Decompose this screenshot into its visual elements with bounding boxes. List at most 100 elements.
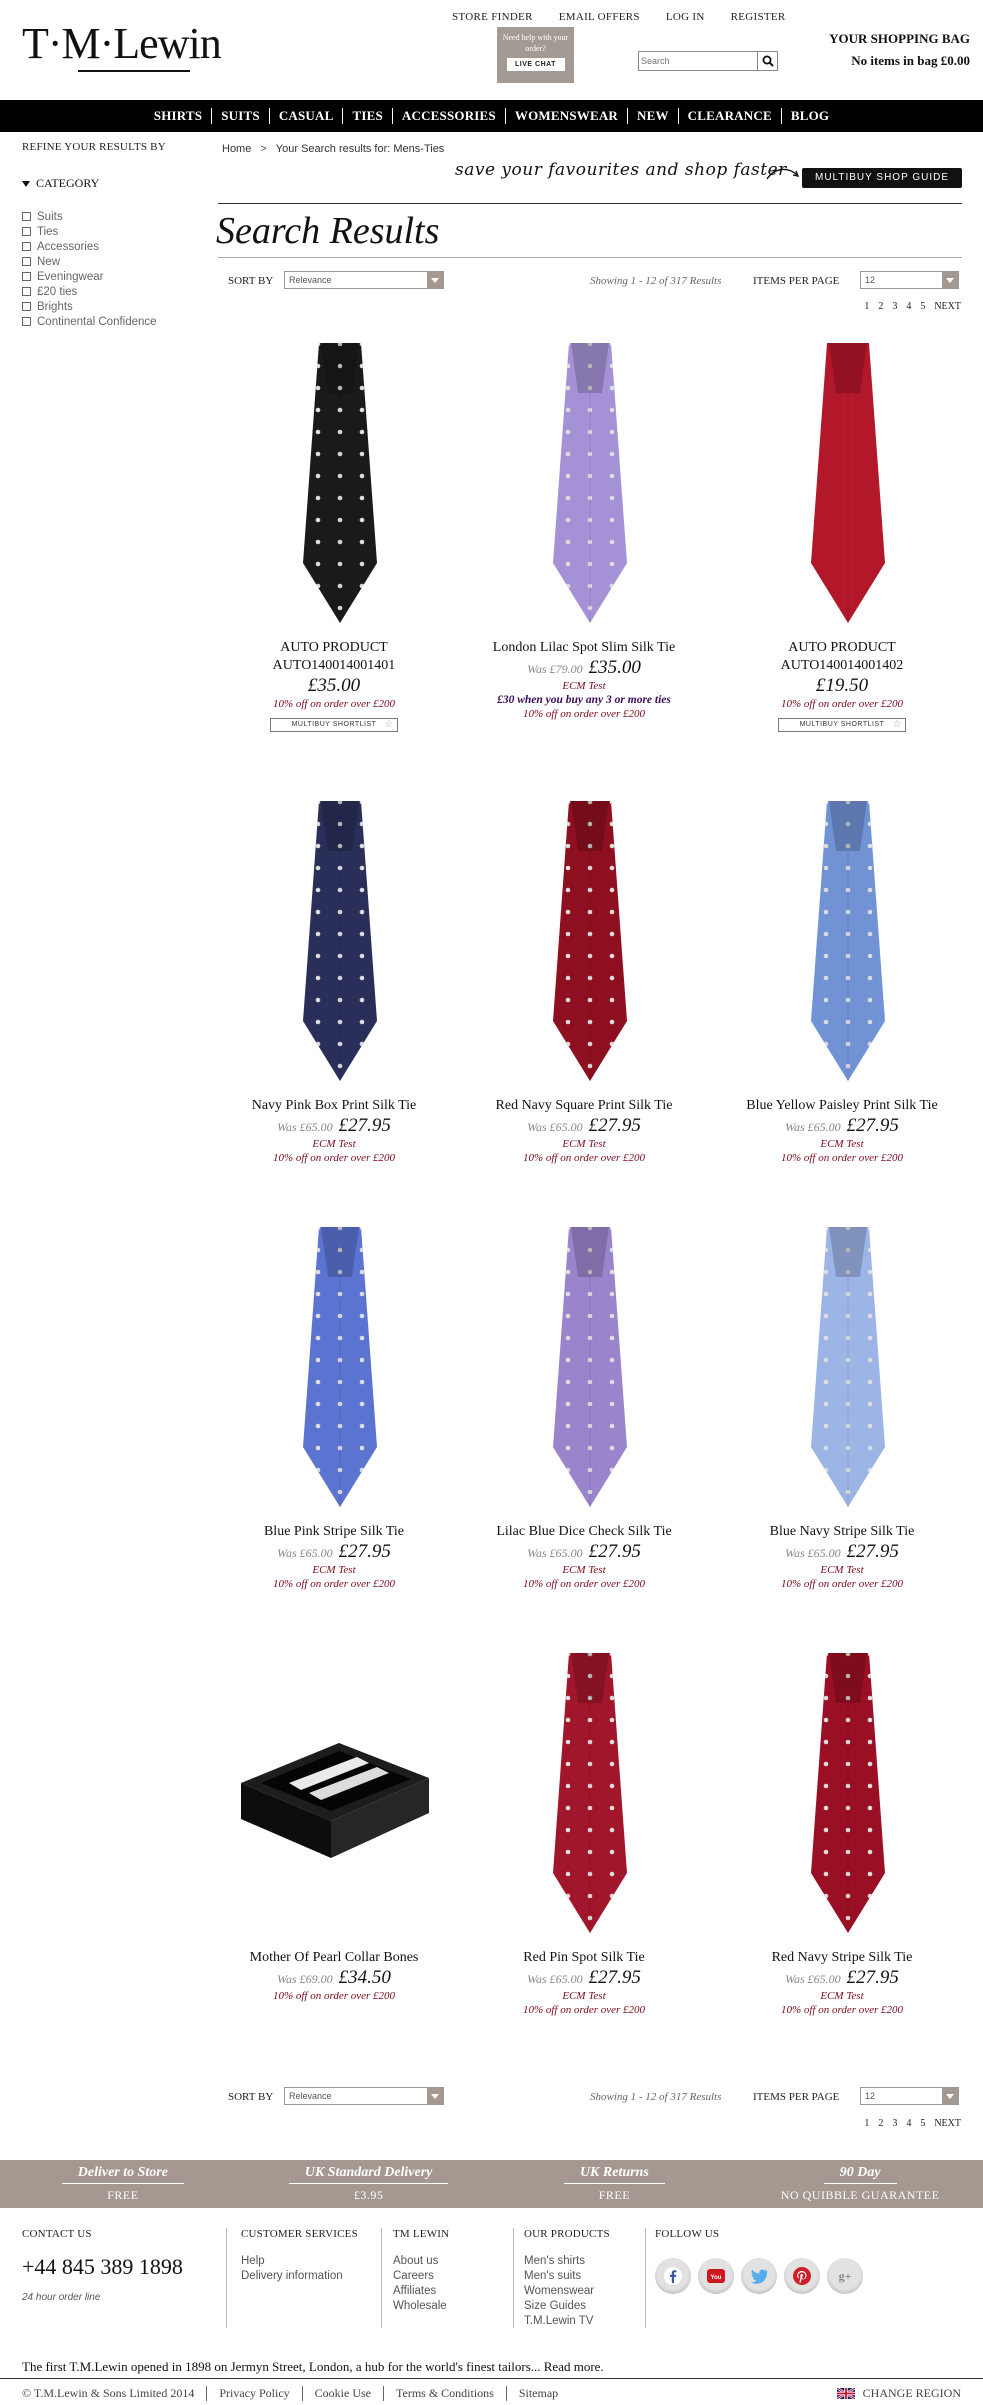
product-card[interactable]: Red Navy Stripe Silk Tie Was £65.00 £27.95…: [727, 1643, 957, 2063]
delivery-uk-returns[interactable]: UK Returns FREE: [492, 2160, 738, 2208]
live-chat-button[interactable]: LIVE CHAT: [506, 58, 565, 71]
twitter-icon[interactable]: [741, 2258, 777, 2294]
checkbox[interactable]: [22, 227, 31, 236]
product-image[interactable]: [219, 333, 449, 628]
mens-shirts-link[interactable]: Men's shirts: [524, 2254, 610, 2269]
store-finder-link[interactable]: STORE FINDER: [452, 11, 546, 23]
nav-new[interactable]: NEW: [627, 108, 678, 124]
sitemap-link[interactable]: Sitemap: [505, 2386, 570, 2401]
product-image[interactable]: [469, 333, 699, 628]
breadcrumb-home[interactable]: Home: [222, 143, 251, 155]
product-name[interactable]: AUTO PRODUCT AUTO140014001401: [259, 639, 409, 675]
product-image[interactable]: [727, 1217, 957, 1512]
size-guides-link[interactable]: Size Guides: [524, 2299, 610, 2314]
product-card[interactable]: London Lilac Spot Slim Silk Tie Was £79.0…: [469, 333, 699, 753]
product-card[interactable]: Red Pin Spot Silk Tie Was £65.00 £27.95 ECM…: [469, 1643, 699, 2063]
product-card[interactable]: Blue Pink Stripe Silk Tie Was £65.00 £27.9…: [219, 1217, 449, 1637]
mens-suits-link[interactable]: Men's suits: [524, 2269, 610, 2284]
product-card[interactable]: Mother Of Pearl Collar Bones Was £69.00 £3…: [219, 1643, 449, 2063]
history-blurb[interactable]: The first T.M.Lewin opened in 1898 on Je…: [22, 2359, 604, 2375]
shopping-bag[interactable]: YOUR SHOPPING BAG No items in bag £0.00: [810, 28, 970, 72]
product-image[interactable]: [727, 333, 957, 628]
category-suits[interactable]: Suits: [22, 209, 212, 224]
affiliates-link[interactable]: Affiliates: [393, 2284, 449, 2299]
items-per-page-select[interactable]: 12: [860, 271, 959, 289]
live-chat-box[interactable]: Need help with your order? LIVE CHAT: [497, 27, 574, 83]
delivery-information-link[interactable]: Delivery information: [241, 2269, 358, 2284]
search-button[interactable]: [757, 52, 777, 70]
checkbox[interactable]: [22, 317, 31, 326]
page-4[interactable]: 4: [906, 301, 911, 312]
youtube-icon[interactable]: You: [698, 2258, 734, 2294]
delivery-guarantee[interactable]: 90 Day NO QUIBBLE GUARANTEE: [737, 2160, 983, 2208]
nav-ties[interactable]: TIES: [342, 108, 391, 124]
product-name[interactable]: Blue Yellow Paisley Print Silk Tie: [727, 1097, 957, 1115]
about-us-link[interactable]: About us: [393, 2254, 449, 2269]
product-card[interactable]: Red Navy Square Print Silk Tie Was £65.00…: [469, 791, 699, 1211]
product-image[interactable]: [219, 1217, 449, 1512]
cookie-use-link[interactable]: Cookie Use: [301, 2386, 383, 2401]
privacy-policy-link[interactable]: Privacy Policy: [206, 2386, 301, 2401]
register-link[interactable]: REGISTER: [718, 11, 799, 23]
product-name[interactable]: Blue Navy Stripe Silk Tie: [727, 1523, 957, 1541]
checkbox[interactable]: [22, 242, 31, 251]
multibuy-shortlist-button[interactable]: MULTIBUY SHORTLIST ☆: [270, 718, 398, 732]
change-region-button[interactable]: CHANGE REGION: [836, 2386, 961, 2401]
delivery-uk-standard[interactable]: UK Standard Delivery £3.95: [246, 2160, 492, 2208]
product-card[interactable]: AUTO PRODUCT AUTO140014001401 £35.00 10% o…: [219, 333, 449, 753]
product-name[interactable]: Red Navy Square Print Silk Tie: [469, 1097, 699, 1115]
facebook-icon[interactable]: [655, 2258, 691, 2294]
category-continental-confidence[interactable]: Continental Confidence: [22, 314, 212, 329]
product-name[interactable]: Navy Pink Box Print Silk Tie: [219, 1097, 449, 1115]
page-2[interactable]: 2: [878, 2118, 883, 2129]
multibuy-shop-guide-button[interactable]: MULTIBUY SHOP GUIDE: [802, 168, 962, 188]
pinterest-icon[interactable]: [784, 2258, 820, 2294]
category-ties[interactable]: Ties: [22, 224, 212, 239]
product-name[interactable]: Mother Of Pearl Collar Bones: [219, 1949, 449, 1967]
product-image[interactable]: [219, 1643, 449, 1938]
checkbox[interactable]: [22, 257, 31, 266]
product-card[interactable]: Navy Pink Box Print Silk Tie Was £65.00 £2…: [219, 791, 449, 1211]
category-toggle[interactable]: CATEGORY: [22, 176, 212, 191]
nav-accessories[interactable]: ACCESSORIES: [391, 108, 505, 124]
category-accessories[interactable]: Accessories: [22, 239, 212, 254]
page-1[interactable]: 1: [864, 2118, 869, 2129]
help-link[interactable]: Help: [241, 2254, 358, 2269]
product-card[interactable]: Blue Navy Stripe Silk Tie Was £65.00 £27.9…: [727, 1217, 957, 1637]
product-name[interactable]: Blue Pink Stripe Silk Tie: [219, 1523, 449, 1541]
womenswear-link[interactable]: Womenswear: [524, 2284, 610, 2299]
checkbox[interactable]: [22, 287, 31, 296]
nav-blog[interactable]: BLOG: [780, 108, 838, 124]
product-card[interactable]: Blue Yellow Paisley Print Silk Tie Was £6…: [727, 791, 957, 1211]
category-eveningwear[interactable]: Eveningwear: [22, 269, 212, 284]
page-5[interactable]: 5: [920, 2118, 925, 2129]
nav-clearance[interactable]: CLEARANCE: [677, 108, 781, 124]
product-card[interactable]: Lilac Blue Dice Check Silk Tie Was £65.00…: [469, 1217, 699, 1637]
email-offers-link[interactable]: EMAIL OFFERS: [546, 11, 653, 23]
delivery-store[interactable]: Deliver to Store FREE: [0, 2160, 246, 2208]
page-next[interactable]: NEXT: [934, 301, 961, 312]
search-input[interactable]: [641, 53, 753, 69]
product-card[interactable]: AUTO PRODUCT AUTO140014001402 £19.50 10% o…: [727, 333, 957, 753]
category-new[interactable]: New: [22, 254, 212, 269]
product-image[interactable]: [469, 791, 699, 1086]
product-image[interactable]: [469, 1643, 699, 1938]
product-name[interactable]: Red Pin Spot Silk Tie: [469, 1949, 699, 1967]
category-20-ties[interactable]: £20 ties: [22, 284, 212, 299]
wholesale-link[interactable]: Wholesale: [393, 2299, 449, 2314]
product-image[interactable]: [469, 1217, 699, 1512]
category-brights[interactable]: Brights: [22, 299, 212, 314]
product-image[interactable]: [727, 791, 957, 1086]
tmlewin-logo[interactable]: T·M·Lewin: [22, 20, 222, 74]
nav-shirts[interactable]: SHIRTS: [145, 108, 211, 124]
sort-by-select[interactable]: Relevance: [284, 271, 444, 289]
product-name[interactable]: Red Navy Stripe Silk Tie: [727, 1949, 957, 1967]
product-name[interactable]: AUTO PRODUCT AUTO140014001402: [767, 639, 917, 675]
page-1[interactable]: 1: [864, 301, 869, 312]
page-2[interactable]: 2: [878, 301, 883, 312]
checkbox[interactable]: [22, 212, 31, 221]
nav-womenswear[interactable]: WOMENSWEAR: [504, 108, 627, 124]
checkbox[interactable]: [22, 272, 31, 281]
googleplus-icon[interactable]: g+: [827, 2258, 863, 2294]
product-image[interactable]: [219, 791, 449, 1086]
